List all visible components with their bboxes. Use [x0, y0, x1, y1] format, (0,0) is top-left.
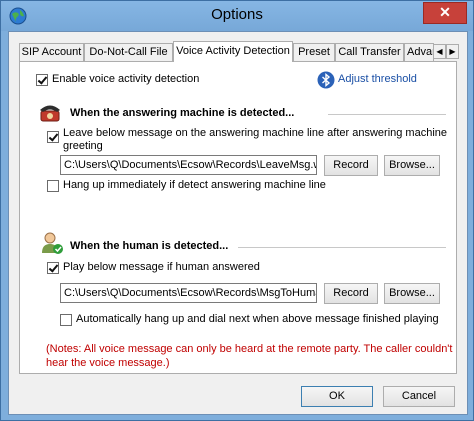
leave-message-path-field[interactable]: C:\Users\Q\Documents\Ecsow\Records\Leave…	[60, 155, 317, 175]
human-message-browse-button[interactable]: Browse...	[384, 283, 440, 304]
title-bar[interactable]: Options ✕	[1, 1, 473, 31]
human-message-path-field[interactable]: C:\Users\Q\Documents\Ecsow\Records\MsgTo…	[60, 283, 317, 303]
human-message-record-button[interactable]: Record	[324, 283, 378, 304]
tab-scroll-left-button[interactable]: ◀	[433, 44, 446, 59]
answering-machine-separator	[328, 114, 446, 115]
enable-vad-label: Enable voice activity detection	[52, 73, 200, 85]
tab-call-transfer[interactable]: Call Transfer	[335, 43, 404, 61]
tab-sip-account[interactable]: SIP Account	[19, 43, 84, 61]
leave-message-label-continued: greeting	[63, 140, 103, 152]
human-separator	[238, 247, 446, 248]
tab-preset[interactable]: Preset	[293, 43, 335, 61]
note-line-1: (Notes: All voice message can only be he…	[46, 343, 453, 355]
options-window: Options ✕ SIP Account Do-Not-Call File V…	[0, 0, 474, 421]
ok-button[interactable]: OK	[301, 386, 373, 407]
tab-voice-activity-detection[interactable]: Voice Activity Detection	[173, 41, 293, 62]
leave-message-browse-button[interactable]: Browse...	[384, 155, 440, 176]
cancel-button[interactable]: Cancel	[383, 386, 455, 407]
play-message-label: Play below message if human answered	[63, 261, 260, 273]
tab-scroll-right-button[interactable]: ▶	[446, 44, 459, 59]
answering-machine-phone-icon	[40, 105, 60, 122]
leave-message-checkbox[interactable]	[47, 131, 59, 143]
leave-message-label: Leave below message on the answering mac…	[63, 127, 448, 139]
window-title: Options	[211, 6, 263, 23]
dialog-client-area: SIP Account Do-Not-Call File Voice Activ…	[8, 31, 468, 415]
auto-hangup-label: Automatically hang up and dial next when…	[76, 313, 439, 325]
bluetooth-settings-icon[interactable]	[317, 71, 335, 89]
hangup-answering-machine-checkbox[interactable]	[47, 180, 59, 192]
close-button[interactable]: ✕	[423, 2, 467, 24]
enable-vad-checkbox[interactable]	[36, 74, 48, 86]
human-user-icon	[42, 232, 63, 254]
auto-hangup-checkbox[interactable]	[60, 314, 72, 326]
hangup-answering-machine-label: Hang up immediately if detect answering …	[63, 179, 326, 191]
play-message-checkbox[interactable]	[47, 262, 59, 274]
tab-advanced[interactable]: Advar	[404, 43, 434, 61]
tab-strip: SIP Account Do-Not-Call File Voice Activ…	[19, 41, 459, 62]
answering-machine-section-title: When the answering machine is detected..…	[70, 107, 295, 119]
note-line-2: hear the voice message.)	[46, 357, 170, 369]
vad-tab-panel: Enable voice activity detection Adjust t…	[19, 61, 457, 374]
tab-do-not-call-file[interactable]: Do-Not-Call File	[84, 43, 173, 61]
human-section-title: When the human is detected...	[70, 240, 229, 252]
adjust-threshold-link[interactable]: Adjust threshold	[338, 73, 417, 85]
leave-message-record-button[interactable]: Record	[324, 155, 378, 176]
